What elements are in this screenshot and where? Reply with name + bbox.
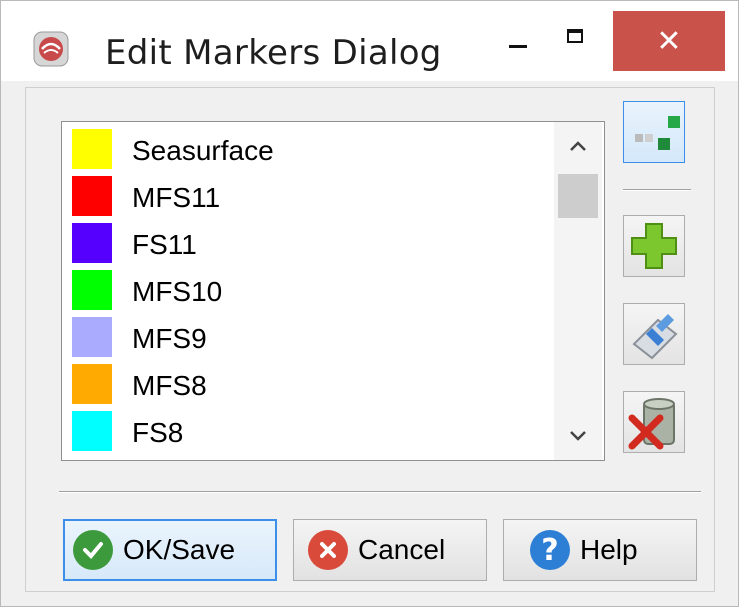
color-swatch — [72, 364, 112, 404]
marker-label: MFS10 — [132, 276, 223, 307]
maximize-button[interactable] — [557, 15, 597, 65]
color-swatch — [72, 223, 112, 263]
marker-label: MFS9 — [132, 323, 207, 354]
color-swatch — [72, 176, 112, 216]
help-button[interactable]: ? Help — [503, 519, 697, 581]
close-icon: ✕ — [656, 23, 682, 59]
scroll-up-button[interactable] — [554, 122, 602, 170]
list-item[interactable]: MFS10 — [62, 267, 552, 314]
checkmark-icon — [73, 530, 113, 570]
delete-marker-button[interactable] — [623, 391, 685, 453]
list-item[interactable]: Seasurface — [62, 126, 552, 173]
marker-style-icon — [635, 116, 680, 150]
edit-icon — [632, 314, 678, 360]
maximize-icon — [567, 29, 583, 43]
ok-save-label: OK/Save — [123, 534, 236, 565]
scroll-down-button[interactable] — [554, 412, 602, 460]
add-icon — [631, 223, 677, 269]
marker-label: MFS8 — [132, 370, 207, 401]
markers-list[interactable]: Seasurface MFS11 FS11 MFS10 MFS9 MFS8 FS… — [61, 121, 605, 461]
color-swatch — [72, 270, 112, 310]
cancel-button[interactable]: Cancel — [293, 519, 487, 581]
cancel-label: Cancel — [358, 534, 446, 565]
list-item[interactable]: MFS8 — [62, 361, 552, 408]
close-button[interactable]: ✕ — [613, 11, 725, 71]
chevron-up-icon — [570, 141, 586, 151]
color-swatch — [72, 411, 112, 451]
list-item[interactable]: FS11 — [62, 220, 552, 267]
vertical-scrollbar[interactable] — [554, 122, 602, 460]
minimize-button[interactable] — [499, 15, 539, 65]
chevron-down-icon — [570, 431, 586, 441]
ok-save-button[interactable]: OK/Save — [63, 519, 277, 581]
app-icon — [33, 31, 69, 67]
marker-label: Seasurface — [132, 135, 274, 166]
cancel-icon — [308, 530, 348, 570]
add-marker-button[interactable] — [623, 215, 685, 277]
edit-marker-button[interactable] — [623, 303, 685, 365]
delete-icon — [628, 398, 675, 450]
color-swatch — [72, 129, 112, 169]
color-swatch — [72, 317, 112, 357]
help-label: Help — [580, 534, 638, 565]
list-item[interactable]: MFS11 — [62, 173, 552, 220]
toolbar-separator — [623, 189, 691, 191]
button-separator — [59, 491, 701, 493]
marker-label: FS8 — [132, 417, 184, 448]
title-bar[interactable]: Edit Markers Dialog ✕ — [1, 1, 738, 81]
minimize-icon — [509, 45, 527, 48]
list-item[interactable]: MFS9 — [62, 314, 552, 361]
marker-label: MFS11 — [132, 182, 221, 213]
window-title: Edit Markers Dialog — [105, 33, 442, 73]
question-icon: ? — [530, 530, 570, 570]
list-item[interactable]: FS8 — [62, 408, 552, 455]
marker-style-button[interactable] — [623, 101, 685, 163]
scrollbar-thumb[interactable] — [558, 174, 598, 218]
edit-markers-dialog: Edit Markers Dialog ✕ Seasurface MFS11 F… — [0, 0, 739, 607]
marker-label: FS11 — [132, 229, 197, 260]
